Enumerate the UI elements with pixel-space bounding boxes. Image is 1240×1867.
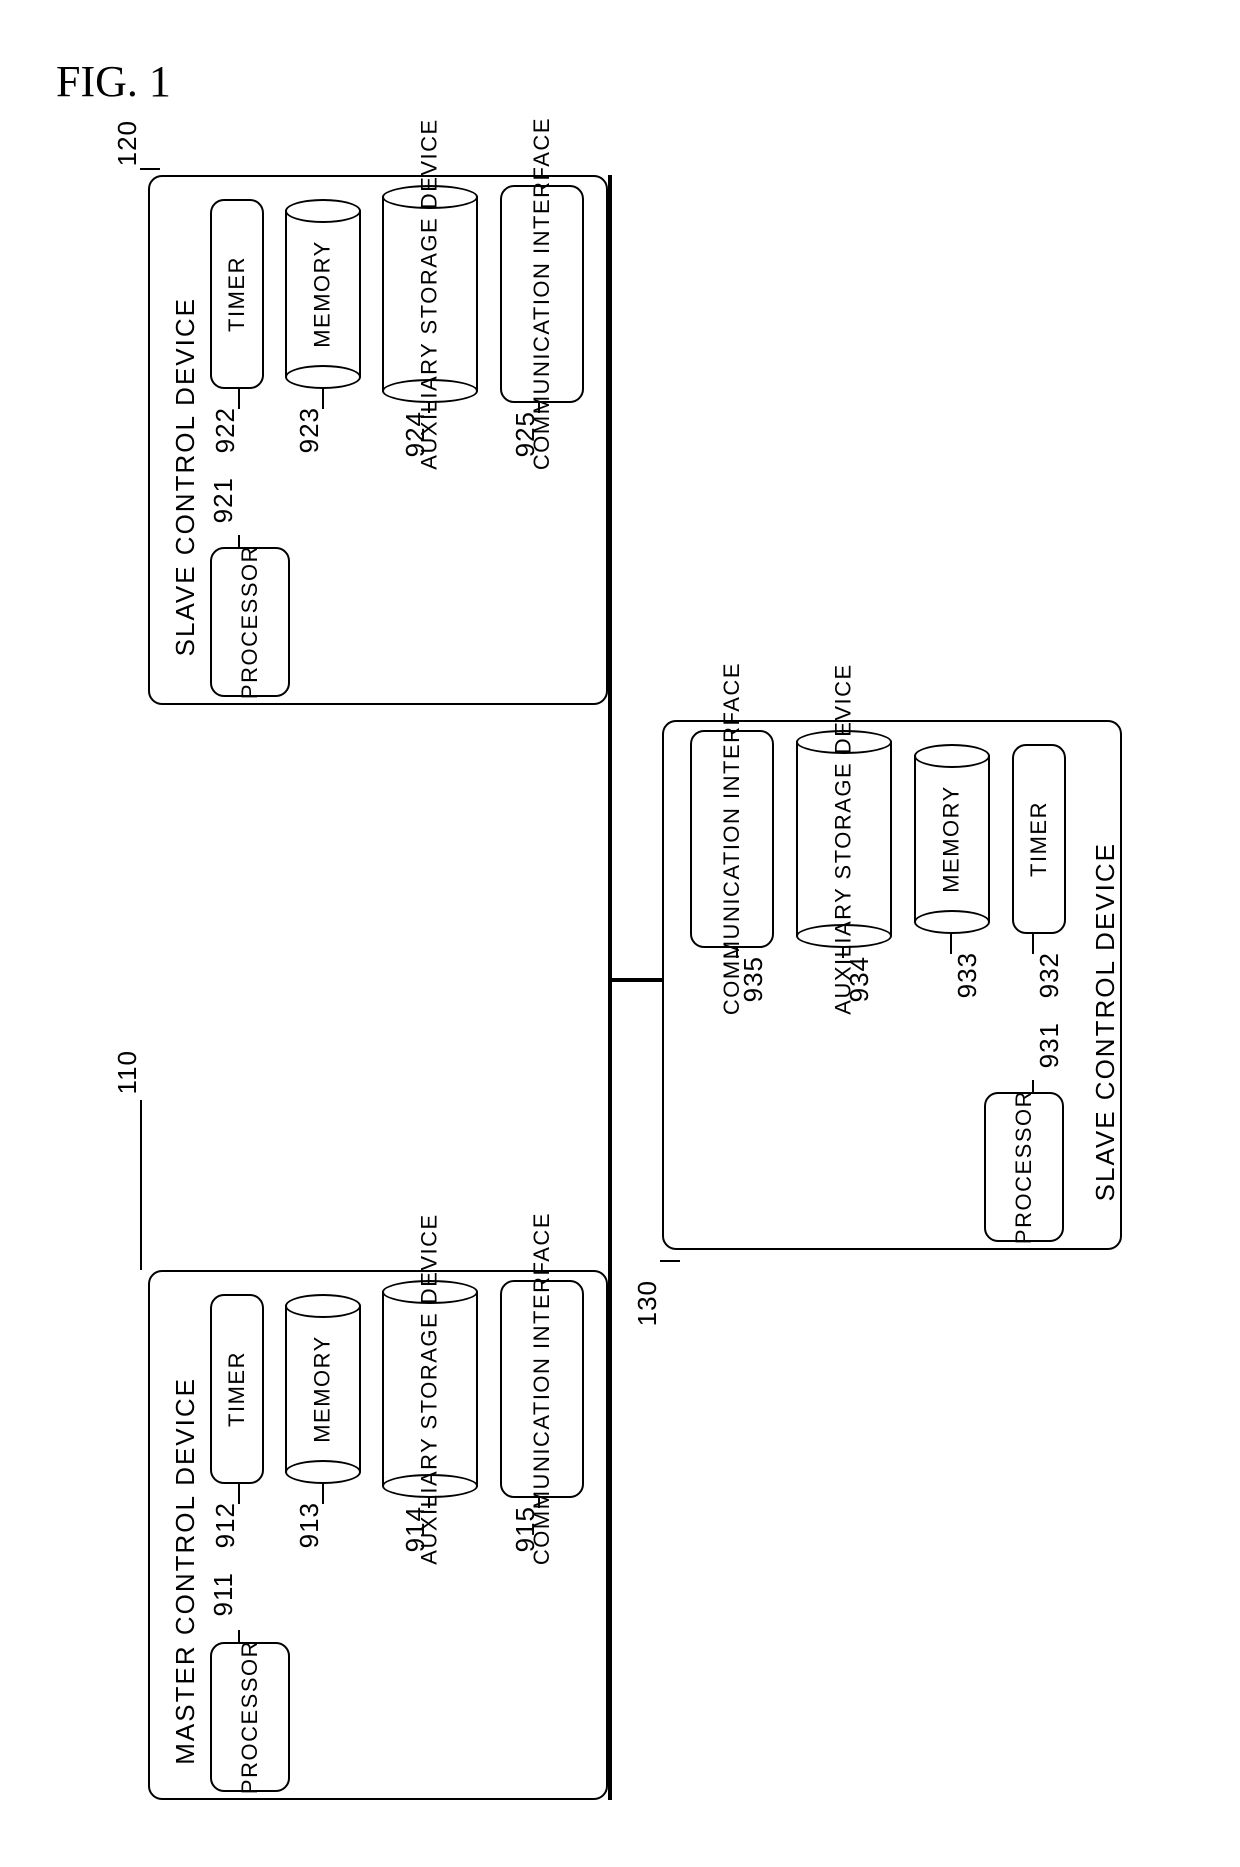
slave2-timer-label: TIMER: [1025, 801, 1054, 877]
figure-page: FIG. 1 COMMUNICATION BUS 940 MASTER CONT…: [0, 0, 1240, 1867]
master-ref-lead: [140, 1100, 142, 1270]
slave1-processor-ref: 921: [208, 477, 239, 523]
slave2-processor: PROCESSOR: [984, 1092, 1064, 1242]
device-master-title: MASTER CONTROL DEVICE: [170, 1377, 201, 1765]
slave1-memory-label: MEMORY: [309, 240, 338, 348]
slave1-comm: COMMUNICATION INTERFACE: [500, 185, 584, 403]
slave2-memory-label: MEMORY: [938, 785, 967, 893]
master-processor-label: PROCESSOR: [236, 1640, 265, 1794]
slave1-timer-ref: 922: [210, 407, 241, 453]
master-memory-ref: 913: [294, 1502, 325, 1548]
slave2-comm-ref: 935: [738, 956, 769, 1002]
master-memory-label: MEMORY: [309, 1335, 338, 1443]
slave1-memory-lead: [322, 389, 324, 409]
slave2-processor-lead: [1032, 1080, 1034, 1094]
slave1-comm-ref: 925: [510, 411, 541, 457]
slave1-processor-label: PROCESSOR: [236, 545, 265, 699]
master-timer-lead: [238, 1484, 240, 1504]
master-comm-ref: 915: [510, 1506, 541, 1552]
master-comm-lead: [538, 1498, 540, 1508]
slave1-ref: 120: [112, 120, 143, 166]
slave1-timer-label: TIMER: [223, 256, 252, 332]
slave1-processor: PROCESSOR: [210, 547, 290, 697]
slave1-memory: MEMORY: [285, 199, 361, 389]
slave2-processor-ref: 931: [1034, 1022, 1065, 1068]
master-processor: PROCESSOR: [210, 1642, 290, 1792]
device-slave-2-title: SLAVE CONTROL DEVICE: [1090, 842, 1121, 1201]
slave2-comm-lead: [736, 948, 738, 958]
slave2-memory: MEMORY: [914, 744, 990, 934]
master-ref: 110: [112, 1050, 143, 1094]
slave1-timer: TIMER: [210, 199, 264, 389]
bus-segment-left: [608, 175, 612, 1800]
master-timer-ref: 912: [210, 1502, 241, 1548]
slave1-timer-lead: [238, 389, 240, 409]
master-memory-lead: [322, 1484, 324, 1504]
slave2-ref: 130: [632, 1280, 663, 1326]
device-slave-2: SLAVE CONTROL DEVICE PROCESSOR 931 TIMER…: [662, 720, 1122, 1250]
master-aux: AUXILIARY STORAGE DEVICE: [382, 1280, 478, 1498]
slave1-ref-lead: [140, 168, 160, 170]
slave1-processor-lead: [238, 535, 240, 549]
slave2-timer: TIMER: [1012, 744, 1066, 934]
master-memory: MEMORY: [285, 1294, 361, 1484]
master-timer-label: TIMER: [223, 1351, 252, 1427]
figure-label: FIG. 1: [56, 56, 171, 107]
slave2-timer-lead: [1032, 934, 1034, 954]
slave2-comm: COMMUNICATION INTERFACE: [690, 730, 774, 948]
slave2-aux: AUXILIARY STORAGE DEVICE: [796, 730, 892, 948]
slave2-aux-label: AUXILIARY STORAGE DEVICE: [830, 663, 859, 1014]
device-master: MASTER CONTROL DEVICE PROCESSOR 911 TIME…: [148, 1270, 608, 1800]
slave1-comm-lead: [538, 403, 540, 413]
device-slave-1-title: SLAVE CONTROL DEVICE: [170, 297, 201, 656]
master-processor-ref: 911: [208, 1572, 239, 1616]
slave1-aux: AUXILIARY STORAGE DEVICE: [382, 185, 478, 403]
slave2-processor-label: PROCESSOR: [1010, 1090, 1039, 1244]
slave2-memory-ref: 933: [952, 952, 983, 998]
master-processor-lead: [238, 1630, 240, 1644]
device-slave-1: SLAVE CONTROL DEVICE PROCESSOR 921 TIMER…: [148, 175, 608, 705]
master-comm: COMMUNICATION INTERFACE: [500, 1280, 584, 1498]
master-aux-label: AUXILIARY STORAGE DEVICE: [416, 1213, 445, 1564]
master-timer: TIMER: [210, 1294, 264, 1484]
slave1-aux-label: AUXILIARY STORAGE DEVICE: [416, 118, 445, 469]
slave2-timer-ref: 932: [1034, 952, 1065, 998]
bus-segment-branch: [608, 978, 665, 982]
slave2-memory-lead: [950, 934, 952, 954]
slave2-ref-lead: [660, 1260, 680, 1262]
slave1-memory-ref: 923: [294, 407, 325, 453]
